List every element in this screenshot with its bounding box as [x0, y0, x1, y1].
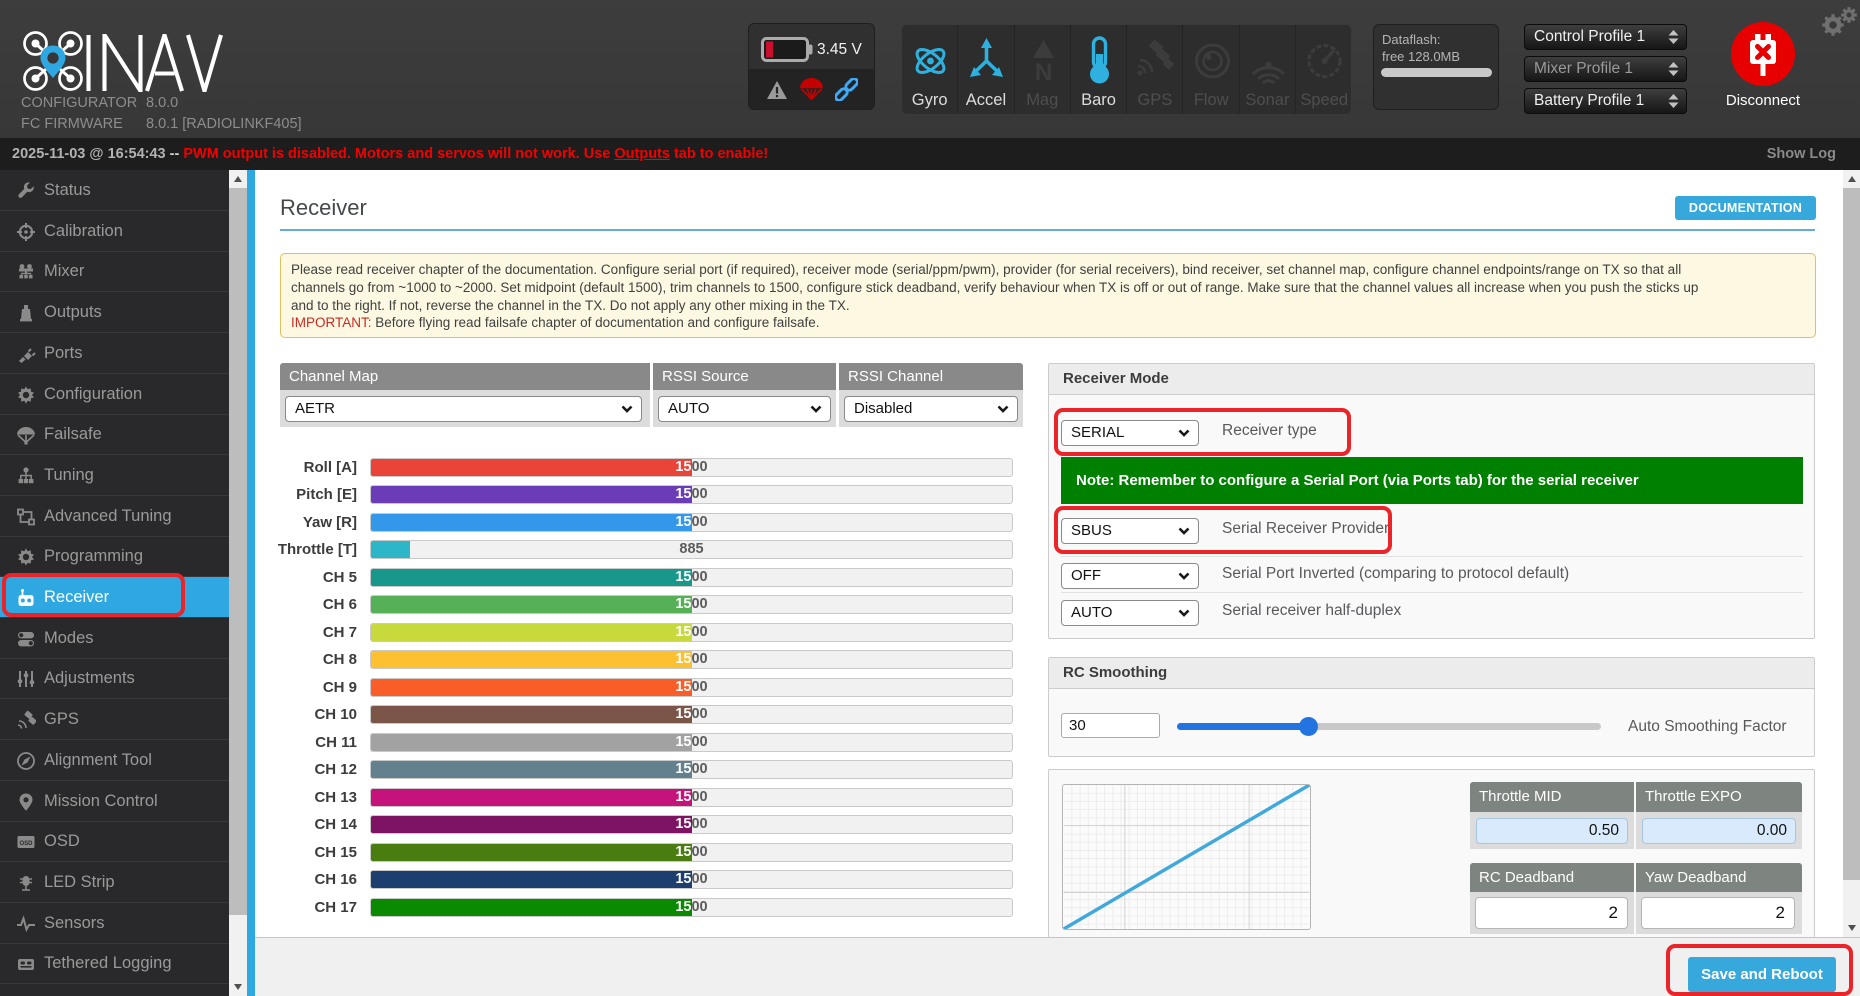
svg-text:OSD: OSD: [19, 841, 33, 847]
svg-text:N: N: [1034, 59, 1051, 84]
